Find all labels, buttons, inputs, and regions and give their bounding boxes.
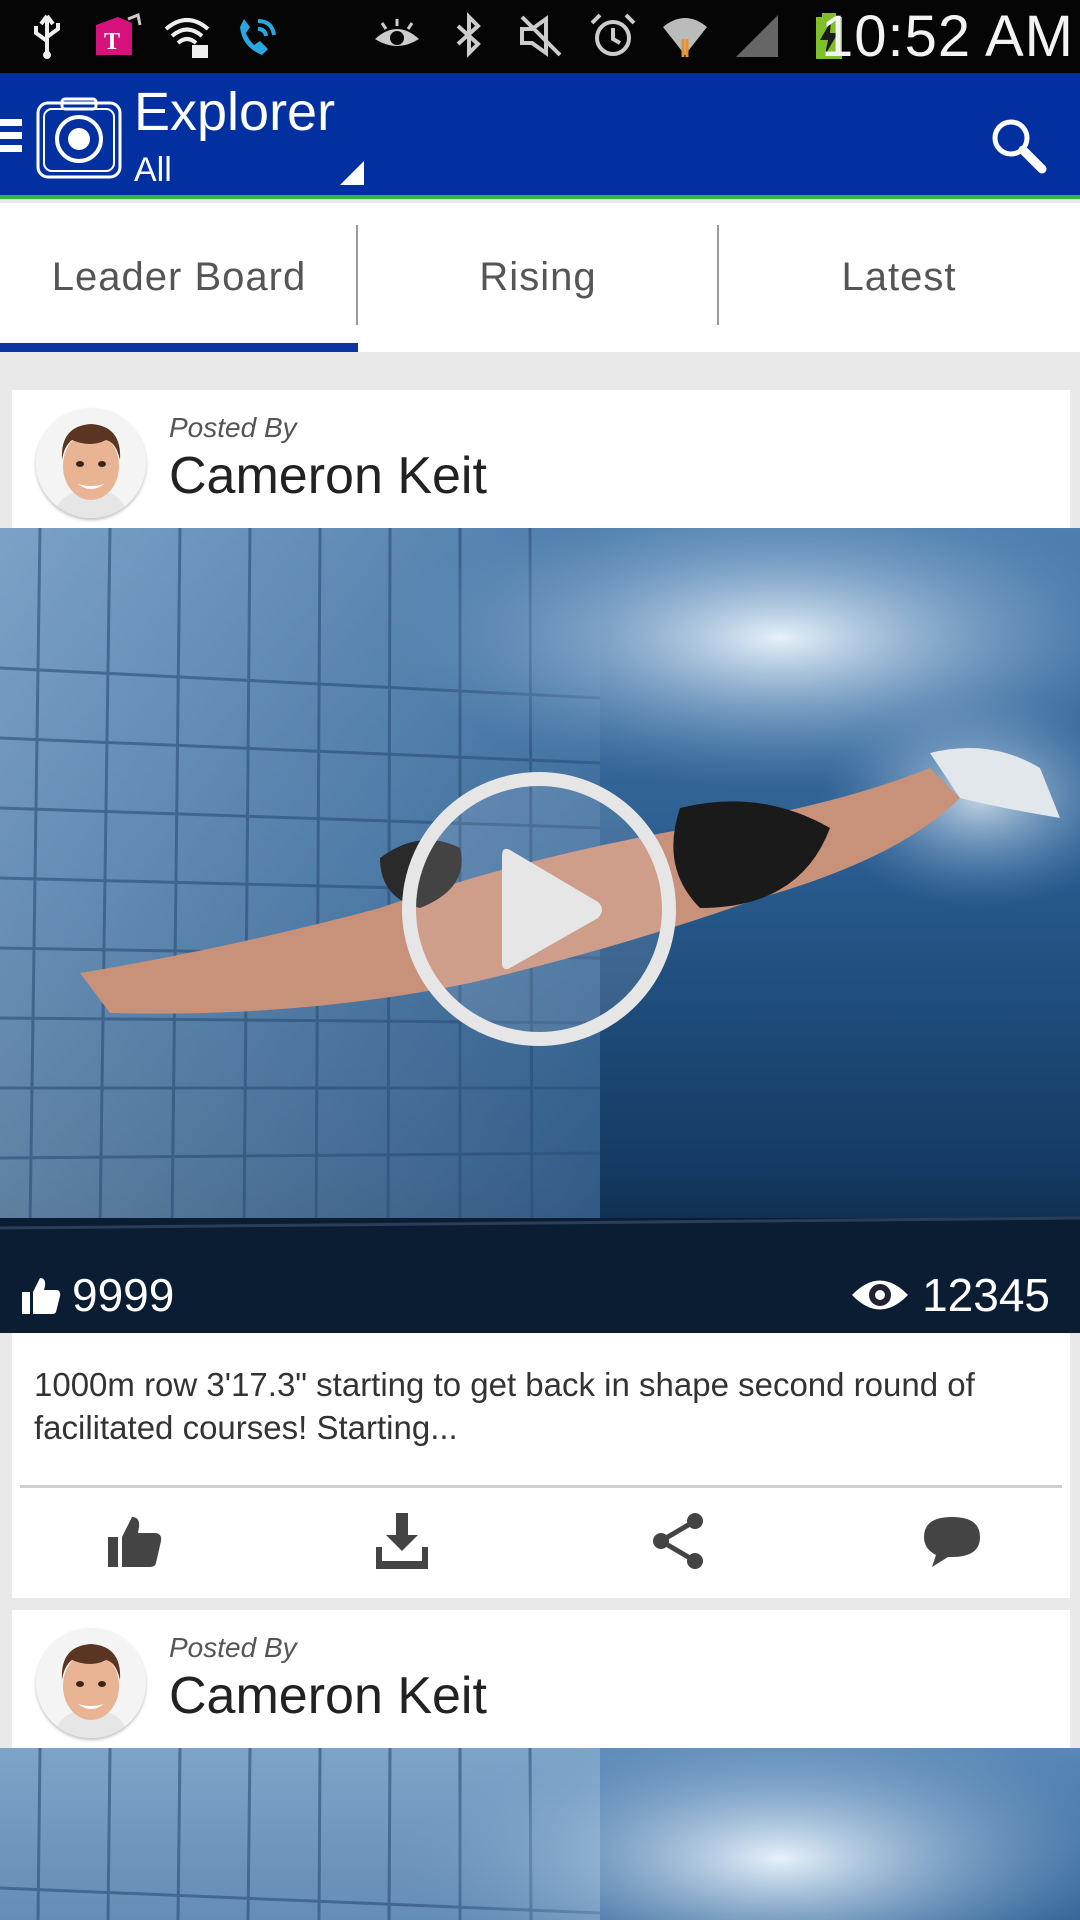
post-media[interactable] [0, 1748, 1080, 1920]
dropdown-triangle-icon[interactable] [340, 161, 364, 185]
like-icon[interactable] [104, 1511, 164, 1571]
post-caption[interactable]: 1000m row 3'17.3" starting to get back i… [34, 1363, 1044, 1449]
app-logo-camera-icon[interactable] [34, 95, 124, 185]
signal-icon [736, 15, 778, 57]
tab-selected-indicator [0, 343, 358, 352]
download-icon[interactable] [372, 1511, 432, 1571]
tab-rising[interactable]: Rising [358, 203, 718, 352]
eye-icon [375, 19, 419, 46]
status-bar: T 10:52 AM [0, 0, 1080, 73]
eye-views-icon [852, 1280, 909, 1310]
views-value: 12345 [922, 1269, 1050, 1321]
status-clock: 10:52 AM [820, 4, 1074, 69]
menu-icon[interactable] [0, 119, 22, 159]
posted-by-label: Posted By [169, 1632, 297, 1663]
app-screen: T 10:52 AM Explorer All Leader Board Ris… [0, 0, 1080, 1920]
filter-dropdown-value[interactable]: All [134, 151, 172, 190]
app-bar: Explorer All [0, 73, 1080, 199]
svg-text:T: T [104, 29, 120, 55]
mute-icon [520, 15, 562, 57]
avatar[interactable] [36, 408, 146, 518]
search-icon[interactable] [988, 115, 1048, 175]
views-count: 12345 [850, 1268, 1050, 1322]
tab-bar: Leader Board Rising Latest [0, 203, 1080, 352]
avatar[interactable] [36, 1628, 146, 1738]
post-media[interactable]: 9999 12345 [0, 528, 1080, 1333]
wifi-calling-icon [240, 19, 276, 55]
author-name[interactable]: Cameron Keit [169, 1666, 487, 1726]
wifi-icon [663, 18, 707, 57]
bluetooth-icon [456, 12, 481, 58]
usb-icon [34, 14, 60, 59]
thumbs-up-icon [22, 1278, 61, 1314]
tab-leader-board[interactable]: Leader Board [0, 203, 358, 352]
comment-icon[interactable] [922, 1511, 982, 1571]
post-header[interactable]: Posted By Cameron Keit [12, 390, 1070, 528]
wifi-lock-icon [164, 18, 210, 58]
tab-latest[interactable]: Latest [718, 203, 1080, 352]
swimmer-photo [0, 1748, 1080, 1920]
post-header[interactable]: Posted By Cameron Keit [12, 1610, 1070, 1748]
app-title: Explorer [134, 82, 336, 142]
author-name[interactable]: Cameron Keit [169, 446, 487, 506]
post-footer: 1000m row 3'17.3" starting to get back i… [12, 1333, 1070, 1598]
alarm-icon [590, 13, 636, 56]
share-icon[interactable] [649, 1511, 709, 1571]
divider [20, 1485, 1062, 1488]
play-icon[interactable] [402, 772, 676, 1046]
t-mobile-icon: T [96, 12, 142, 55]
likes-count: 9999 [20, 1268, 174, 1322]
likes-value: 9999 [72, 1269, 175, 1321]
posted-by-label: Posted By [169, 412, 297, 443]
